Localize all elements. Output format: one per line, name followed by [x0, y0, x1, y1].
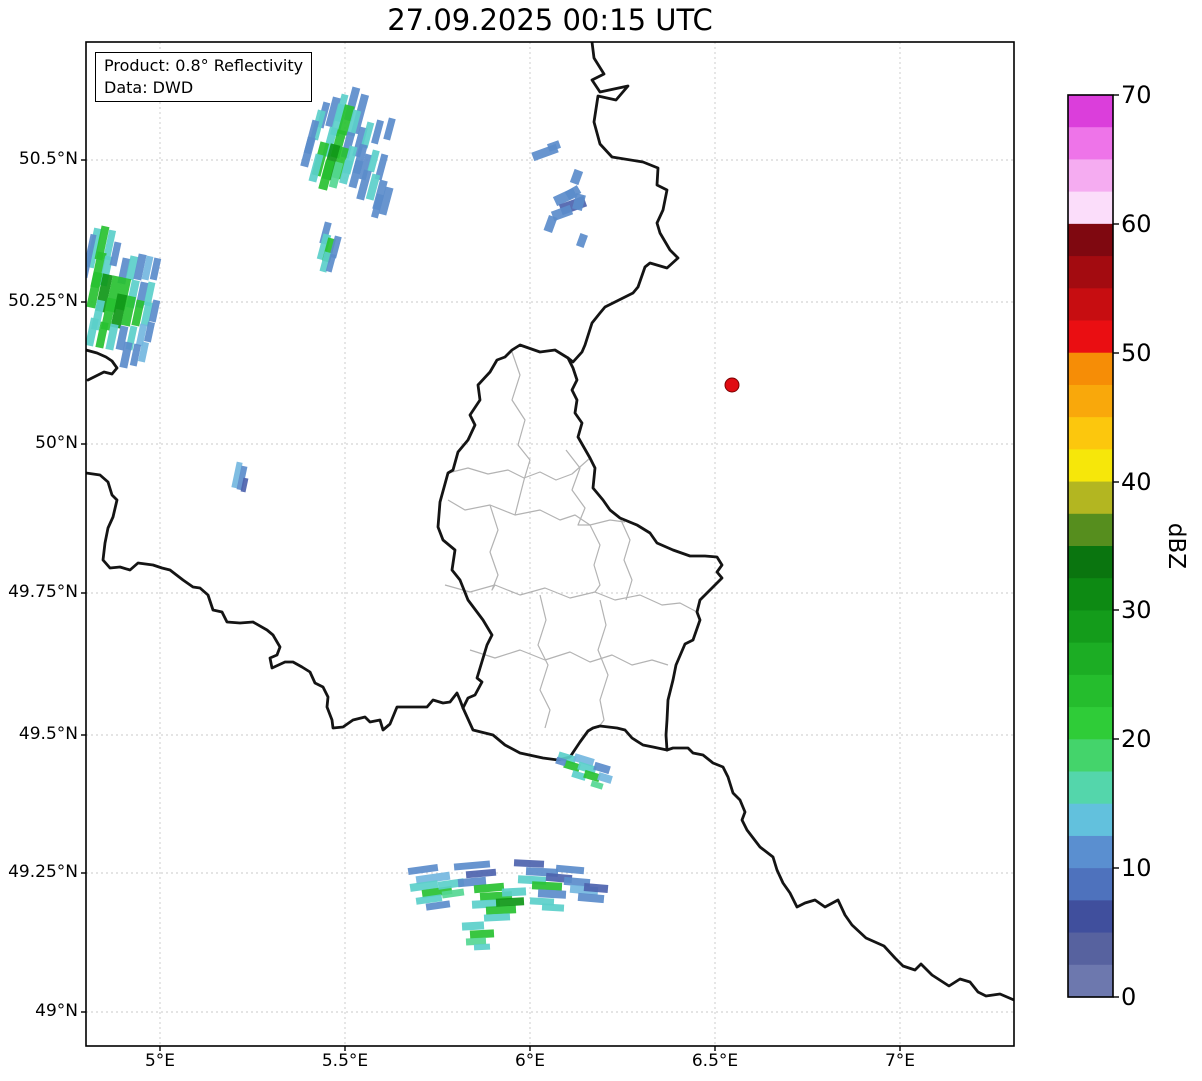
product-line: Product: 0.8° Reflectivity: [104, 56, 304, 75]
data-source-line: Data: DWD: [104, 77, 194, 97]
radar-echo-bin: [541, 903, 565, 912]
colorbar-segment: [1068, 256, 1113, 289]
colorbar-segment: [1068, 481, 1113, 515]
radar-echo-bin: [546, 140, 562, 152]
district-border-line: [447, 457, 591, 481]
district-border-line: [619, 517, 633, 601]
colorbar-tick-label: 60: [1121, 210, 1152, 238]
colorbar-segment: [1068, 288, 1113, 322]
y-tick-label: 49.25°N: [8, 862, 78, 883]
colorbar-segment: [1068, 803, 1113, 837]
radar-echo-bin: [576, 233, 588, 248]
radar-echoes: [86, 86, 613, 951]
colorbar-segment: [1068, 384, 1113, 418]
colorbar-segment: [1068, 900, 1113, 934]
district-border-line: [489, 504, 499, 591]
colorbar-segment: [1068, 159, 1113, 193]
radar-echo-bin: [569, 168, 584, 186]
x-tick-label: 6°E: [514, 1051, 546, 1071]
colorbar-tick-label: 40: [1121, 468, 1152, 496]
colorbar-segment: [1068, 223, 1113, 257]
country-border-line: [665, 746, 1014, 1002]
radar-figure: 27.09.2025 00:15 UTC Product: 0.8° Refle…: [0, 0, 1202, 1081]
colorbar-segment: [1068, 352, 1113, 386]
radar-echo-bin: [597, 772, 613, 784]
district-border-line: [537, 594, 551, 729]
y-tick-label: 49.75°N: [8, 582, 78, 603]
radar-echo-bin: [461, 921, 485, 931]
radar-echo-bin: [469, 929, 495, 939]
colorbar-segment: [1068, 707, 1113, 740]
y-tick-label: 49°N: [35, 1001, 78, 1022]
colorbar-tick-label: 0: [1121, 983, 1137, 1011]
radar-echo-bin: [383, 117, 396, 141]
colorbar-segment: [1068, 868, 1113, 901]
radar-echo-bin: [483, 913, 511, 922]
colorbar-tick-label: 50: [1121, 339, 1152, 367]
radar-echo-bin: [593, 761, 611, 775]
colorbar-segment: [1068, 739, 1113, 773]
colorbar-segment: [1068, 674, 1113, 708]
radar-site-marker: [724, 377, 740, 393]
colorbar-segment: [1068, 610, 1113, 644]
radar-echo-bin: [501, 887, 527, 897]
colorbar-tick-label: 30: [1121, 596, 1152, 624]
colorbar-segment: [1068, 449, 1113, 483]
radar-echo-bin: [485, 905, 517, 915]
figure-title: 27.09.2025 00:15 UTC: [387, 3, 713, 37]
colorbar-tick-label: 10: [1121, 854, 1152, 882]
radar-echo-bin: [453, 860, 491, 871]
radar-echo-bin: [531, 881, 563, 891]
product-annotation-box: Product: 0.8° Reflectivity Data: DWD: [95, 52, 313, 103]
x-tick-label: 6.5°E: [691, 1051, 739, 1071]
y-tick-label: 50.5°N: [18, 149, 78, 170]
district-border-line: [511, 351, 531, 516]
y-tick-label: 50.25°N: [8, 291, 78, 312]
district-border-line: [447, 499, 626, 526]
colorbar-segment: [1068, 771, 1113, 805]
colorbar-tick-label: 70: [1121, 81, 1152, 109]
colorbar-segment: [1068, 932, 1113, 966]
district-border-line: [444, 584, 698, 613]
radar-echo-bin: [537, 889, 567, 899]
colorbar-segment: [1068, 417, 1113, 450]
colorbar-segment: [1068, 546, 1113, 579]
district-border-line: [589, 524, 601, 593]
colorbar-axis-label: dBZ: [1163, 522, 1189, 570]
district-borders: [444, 351, 698, 729]
colorbar-segment: [1068, 964, 1113, 998]
district-border-line: [469, 649, 669, 666]
radar-echo-bin: [577, 892, 605, 904]
radar-echo-bin: [513, 859, 545, 868]
y-tick-label: 49.5°N: [18, 724, 78, 745]
colorbar-segment: [1068, 642, 1113, 676]
colorbar-segment: [1068, 191, 1113, 225]
colorbar-segment: [1068, 95, 1113, 128]
district-border-line: [597, 599, 609, 729]
country-border-line: [436, 343, 724, 762]
radar-echo-bin: [465, 868, 497, 879]
radar-echo-bin: [473, 943, 491, 951]
colorbar-tick-label: 20: [1121, 725, 1152, 753]
country-borders: [86, 42, 1014, 1002]
colorbar-segment: [1068, 320, 1113, 354]
colorbar-segment: [1068, 127, 1113, 161]
radar-echo-bin: [555, 864, 585, 875]
y-tick-label: 50°N: [35, 433, 78, 454]
colorbar-segment: [1068, 578, 1113, 612]
x-tick-label: 7°E: [884, 1051, 916, 1071]
x-tick-label: 5.5°E: [321, 1051, 369, 1071]
map-plot: [81, 41, 1119, 1051]
colorbar-segment: [1068, 835, 1113, 869]
radar-echo-bin: [495, 897, 525, 907]
x-tick-label: 5°E: [144, 1051, 176, 1071]
colorbar-segment: [1068, 513, 1113, 547]
radar-echo-bin: [590, 780, 604, 790]
colorbar: [1067, 94, 1119, 998]
radar-echo-bin: [543, 214, 558, 234]
country-border-line: [86, 348, 465, 732]
